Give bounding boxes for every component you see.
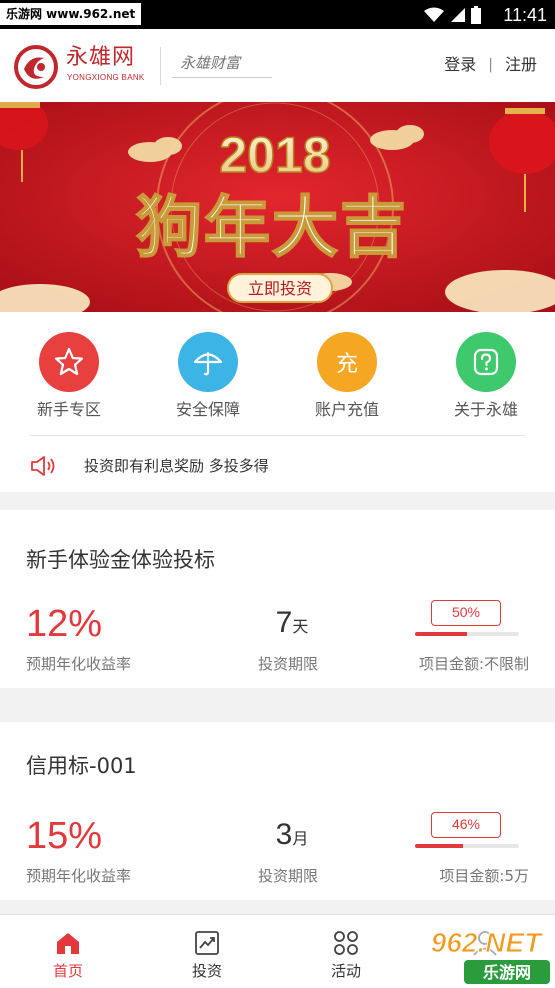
home-icon (53, 929, 83, 957)
product-rate: 15% (26, 815, 103, 857)
status-bar: 乐游网 www.962.net 11:41 (0, 0, 555, 29)
nav-home[interactable]: 首页 (28, 929, 108, 981)
quick-nav-label: 账户充值 (314, 400, 379, 419)
register-link[interactable]: 注册 (505, 54, 537, 76)
product-amount: 项目金额:5万 (439, 867, 529, 885)
product-term-unit: 天 (292, 619, 309, 636)
nav-activity[interactable]: 活动 (306, 929, 386, 981)
product-card[interactable]: 新手体验金体验投标 12% 预期年化收益率 7天 投资期限 50% 项目金额:不… (0, 510, 555, 688)
quick-nav-divider (30, 435, 525, 436)
nav-invest[interactable]: 投资 (167, 929, 247, 981)
quick-nav-label: 安全保障 (175, 400, 240, 419)
product-term: 3月 (258, 816, 326, 854)
quick-nav-label: 新手专区 (36, 400, 101, 419)
login-link[interactable]: 登录 (444, 54, 476, 76)
recharge-icon: 充 (317, 332, 377, 392)
nav-label: 首页 (52, 962, 83, 980)
quick-nav-newbie[interactable]: 新手专区 (9, 332, 129, 420)
clock: 11:41 (503, 5, 547, 25)
banner-headline: 狗年大吉 (136, 189, 408, 266)
watermark-site-text: 乐游网 (483, 963, 531, 982)
watermark-logo-text: 962.NET (431, 927, 544, 958)
progress-badge: 46% (431, 812, 501, 838)
quick-nav: 新手专区 安全保障 充 账户充值 关于永雄 投资即有利息奖励 多投多得 (0, 312, 555, 492)
banner-year: 2018 (219, 127, 330, 183)
product-title: 新手体验金体验投标 (26, 548, 215, 572)
auth-links: 登录 | 注册 (444, 54, 537, 76)
nav-label: 投资 (191, 962, 222, 980)
brand-slogan: 永雄财富 (180, 54, 241, 72)
brand-logo-icon (14, 45, 58, 89)
nav-label: 活动 (330, 962, 361, 980)
product-term-label: 投资期限 (258, 867, 319, 885)
progress-badge: 50% (431, 600, 501, 626)
corner-watermark-logo: 962.NET 乐游网 (416, 916, 555, 988)
product-term: 7天 (258, 604, 326, 642)
quick-nav-label: 关于永雄 (453, 400, 518, 419)
product-amount: 项目金额:不限制 (418, 655, 529, 673)
product-card[interactable]: 信用标-001 15% 预期年化收益率 3月 投资期限 46% 项目金额:5万 (0, 722, 555, 900)
product-term-label: 投资期限 (258, 655, 319, 673)
app-header: 永雄网 YONGXIONG BANK 永雄财富 登录 | 注册 (0, 29, 555, 102)
header-divider (160, 47, 161, 85)
auth-separator: | (488, 57, 493, 73)
question-icon (456, 332, 516, 392)
banner-artwork: 2018 狗年大吉 立即投资 (0, 102, 555, 312)
umbrella-icon (178, 332, 238, 392)
product-title: 信用标-001 (26, 754, 137, 778)
product-term-value: 3 (275, 818, 293, 851)
battery-icon (471, 6, 481, 24)
brand-name: 永雄网 (66, 45, 136, 70)
notice-bar[interactable]: 投资即有利息奖励 多投多得 (30, 452, 269, 480)
progress-fill (415, 844, 463, 848)
notice-text: 投资即有利息奖励 多投多得 (84, 457, 269, 475)
grid-icon (331, 929, 361, 957)
progress-fill (415, 632, 467, 636)
banner-cta: 立即投资 (248, 279, 312, 298)
product-term-unit: 月 (292, 831, 309, 848)
brand-english-name: YONGXIONG BANK (67, 73, 145, 82)
quick-nav-about[interactable]: 关于永雄 (426, 332, 546, 420)
recharge-glyph: 充 (335, 352, 358, 377)
product-term-value: 7 (275, 606, 293, 639)
star-icon (39, 332, 99, 392)
promo-banner[interactable]: 2018 狗年大吉 立即投资 (0, 102, 555, 312)
wifi-icon (424, 7, 444, 22)
product-rate: 12% (26, 603, 103, 645)
progress-bar (415, 844, 519, 848)
signal-icon (451, 8, 465, 22)
chart-icon (192, 929, 222, 957)
quick-nav-recharge[interactable]: 充 账户充值 (287, 332, 407, 420)
slogan-underline (172, 77, 272, 78)
product-rate-label: 预期年化收益率 (26, 655, 132, 673)
status-icons (423, 6, 481, 24)
site-watermark: 乐游网 www.962.net (0, 3, 142, 25)
product-rate-label: 预期年化收益率 (26, 867, 132, 885)
progress-bar (415, 632, 519, 636)
quick-nav-security[interactable]: 安全保障 (148, 332, 268, 420)
speaker-icon (31, 456, 55, 476)
